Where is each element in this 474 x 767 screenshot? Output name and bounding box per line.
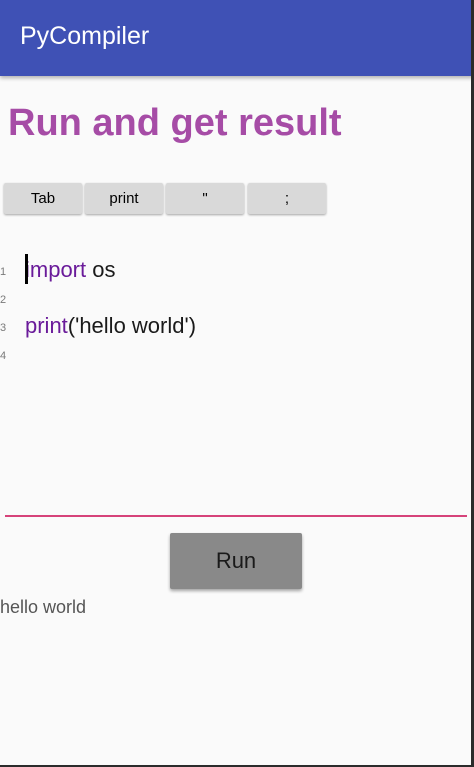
run-button[interactable]: Run: [170, 533, 302, 589]
line-number: 3: [0, 322, 7, 334]
code-keyword: print: [25, 313, 68, 338]
code-text: os: [86, 257, 116, 282]
code-line: print('hello world'): [25, 313, 196, 339]
text-cursor: [25, 254, 28, 284]
line-number: 2: [0, 294, 7, 306]
page-headline: Run and get result: [8, 102, 342, 144]
semicolon-key-button[interactable]: ;: [248, 183, 326, 214]
editor-underline: [5, 515, 467, 517]
line-number: 1: [0, 266, 7, 278]
code-line: import os: [25, 257, 115, 283]
code-text: ('hello world'): [67, 313, 197, 338]
app-bar: PyCompiler: [0, 0, 474, 76]
print-key-button[interactable]: print: [85, 183, 163, 214]
app-title: PyCompiler: [20, 22, 150, 50]
code-keyword: import: [25, 257, 87, 282]
code-editor[interactable]: 1 2 3 4 import os print('hello world'): [0, 248, 471, 518]
line-number: 4: [0, 350, 7, 362]
quote-key-button[interactable]: ": [166, 183, 244, 214]
output-text: hello world: [0, 597, 87, 617]
tab-key-button[interactable]: Tab: [4, 183, 82, 214]
